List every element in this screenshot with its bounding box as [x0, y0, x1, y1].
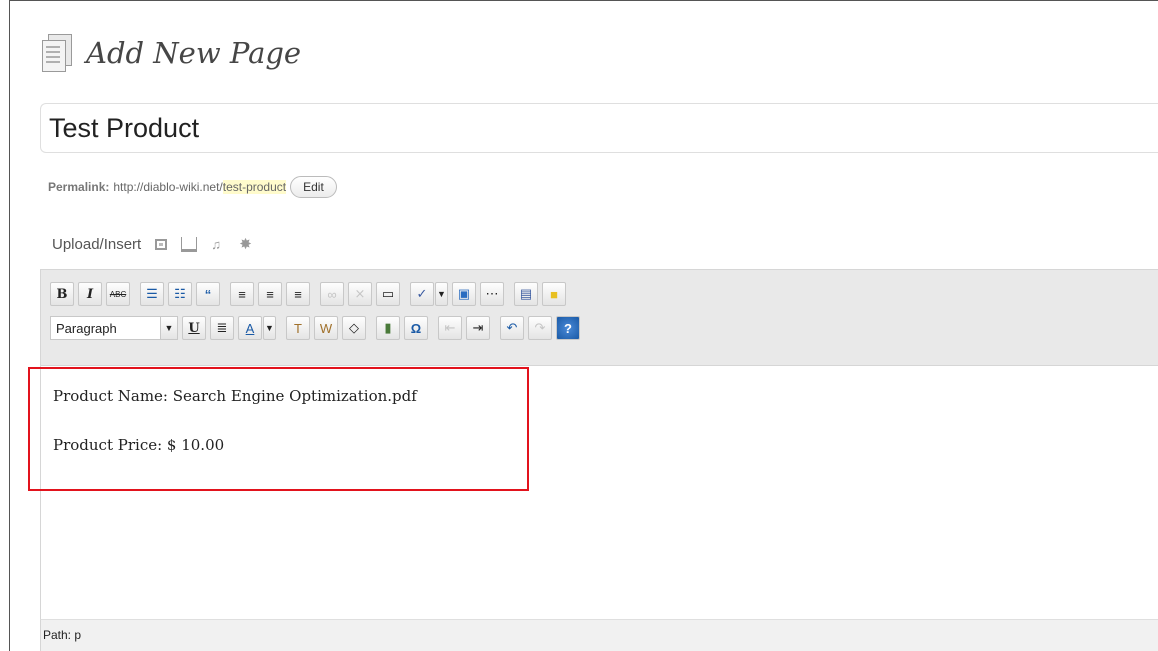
- bullet-list-button[interactable]: ☰: [140, 282, 164, 306]
- unlink-button[interactable]: ⨯: [348, 282, 372, 306]
- redo-button[interactable]: ↷: [528, 316, 552, 340]
- insert-media-button[interactable]: ▮: [376, 316, 400, 340]
- upload-insert-label: Upload/Insert: [52, 236, 142, 253]
- bold-button[interactable]: B: [50, 282, 74, 306]
- align-center-button[interactable]: ≡: [258, 282, 282, 306]
- justify-button[interactable]: ≣: [210, 316, 234, 340]
- video-icon[interactable]: [181, 237, 198, 252]
- align-right-button[interactable]: ≡: [286, 282, 310, 306]
- spellcheck-button[interactable]: ✓: [410, 282, 434, 306]
- special-char-button[interactable]: Ω: [404, 316, 428, 340]
- text-color-button[interactable]: A: [238, 316, 262, 340]
- audio-icon[interactable]: ♫: [211, 238, 225, 251]
- align-left-button[interactable]: ≡: [230, 282, 254, 306]
- blockquote-button[interactable]: “: [196, 282, 220, 306]
- path-indicator: Path: p: [43, 628, 82, 642]
- image-icon[interactable]: [155, 239, 168, 250]
- highlight-box: [28, 367, 529, 491]
- chevron-down-icon: ▼: [160, 317, 177, 339]
- numbered-list-button[interactable]: ☷: [168, 282, 192, 306]
- remove-format-button[interactable]: ◇: [342, 316, 366, 340]
- kitchen-sink-button[interactable]: ⋯: [480, 282, 504, 306]
- paste-word-button[interactable]: W: [314, 316, 338, 340]
- editor-toolbar: B I ABC ☰ ☷ “ ≡ ≡ ≡ ∞ ⨯ ▭ ✓ ▼ ▣ ⋯ ▤ ■ Pa…: [40, 269, 1158, 366]
- underline-button[interactable]: U: [182, 316, 206, 340]
- page-header: Add New Page: [40, 33, 301, 73]
- indent-button[interactable]: ⇥: [466, 316, 490, 340]
- spellcheck-dropdown-button[interactable]: ▼: [435, 282, 448, 306]
- permalink-label: Permalink:: [48, 180, 110, 194]
- undo-button[interactable]: ↶: [500, 316, 524, 340]
- content-product-price[interactable]: Product Price: $ 10.00: [53, 436, 224, 454]
- page-icon: [40, 34, 74, 72]
- toolbar-row-2: Paragraph ▼ U ≣ A ▼ T W ◇ ▮ Ω ⇤ ⇥ ↶ ↷ ?: [50, 314, 584, 342]
- post-title-input[interactable]: Test Product: [40, 103, 1158, 153]
- fullscreen-button[interactable]: ▣: [452, 282, 476, 306]
- insert-link-button[interactable]: ∞: [320, 282, 344, 306]
- permalink-base-url: http://diablo-wiki.net/: [113, 180, 223, 194]
- paste-button[interactable]: ▤: [514, 282, 538, 306]
- permalink-slug[interactable]: test-product: [222, 180, 287, 194]
- more-tag-button[interactable]: ▭: [376, 282, 400, 306]
- strikethrough-button[interactable]: ABC: [106, 282, 130, 306]
- permalink-row: Permalink: http://diablo-wiki.net/test-p…: [48, 176, 337, 198]
- outdent-button[interactable]: ⇤: [438, 316, 462, 340]
- permalink-edit-button[interactable]: Edit: [290, 176, 337, 198]
- media-icon[interactable]: ✸: [239, 237, 253, 252]
- toolbar-row-1: B I ABC ☰ ☷ “ ≡ ≡ ≡ ∞ ⨯ ▭ ✓ ▼ ▣ ⋯ ▤ ■: [50, 280, 570, 308]
- page-title: Add New Page: [86, 36, 302, 70]
- format-select[interactable]: Paragraph ▼: [50, 316, 178, 340]
- note-button[interactable]: ■: [542, 282, 566, 306]
- content-product-name[interactable]: Product Name: Search Engine Optimization…: [53, 387, 417, 405]
- format-select-value: Paragraph: [56, 320, 117, 336]
- italic-button[interactable]: I: [78, 282, 102, 306]
- help-button[interactable]: ?: [556, 316, 580, 340]
- upload-insert-row: Upload/Insert ♫ ✸: [52, 236, 253, 253]
- text-color-dropdown-button[interactable]: ▼: [263, 316, 276, 340]
- editor-statusbar: Path: p: [40, 619, 1158, 651]
- paste-text-button[interactable]: T: [286, 316, 310, 340]
